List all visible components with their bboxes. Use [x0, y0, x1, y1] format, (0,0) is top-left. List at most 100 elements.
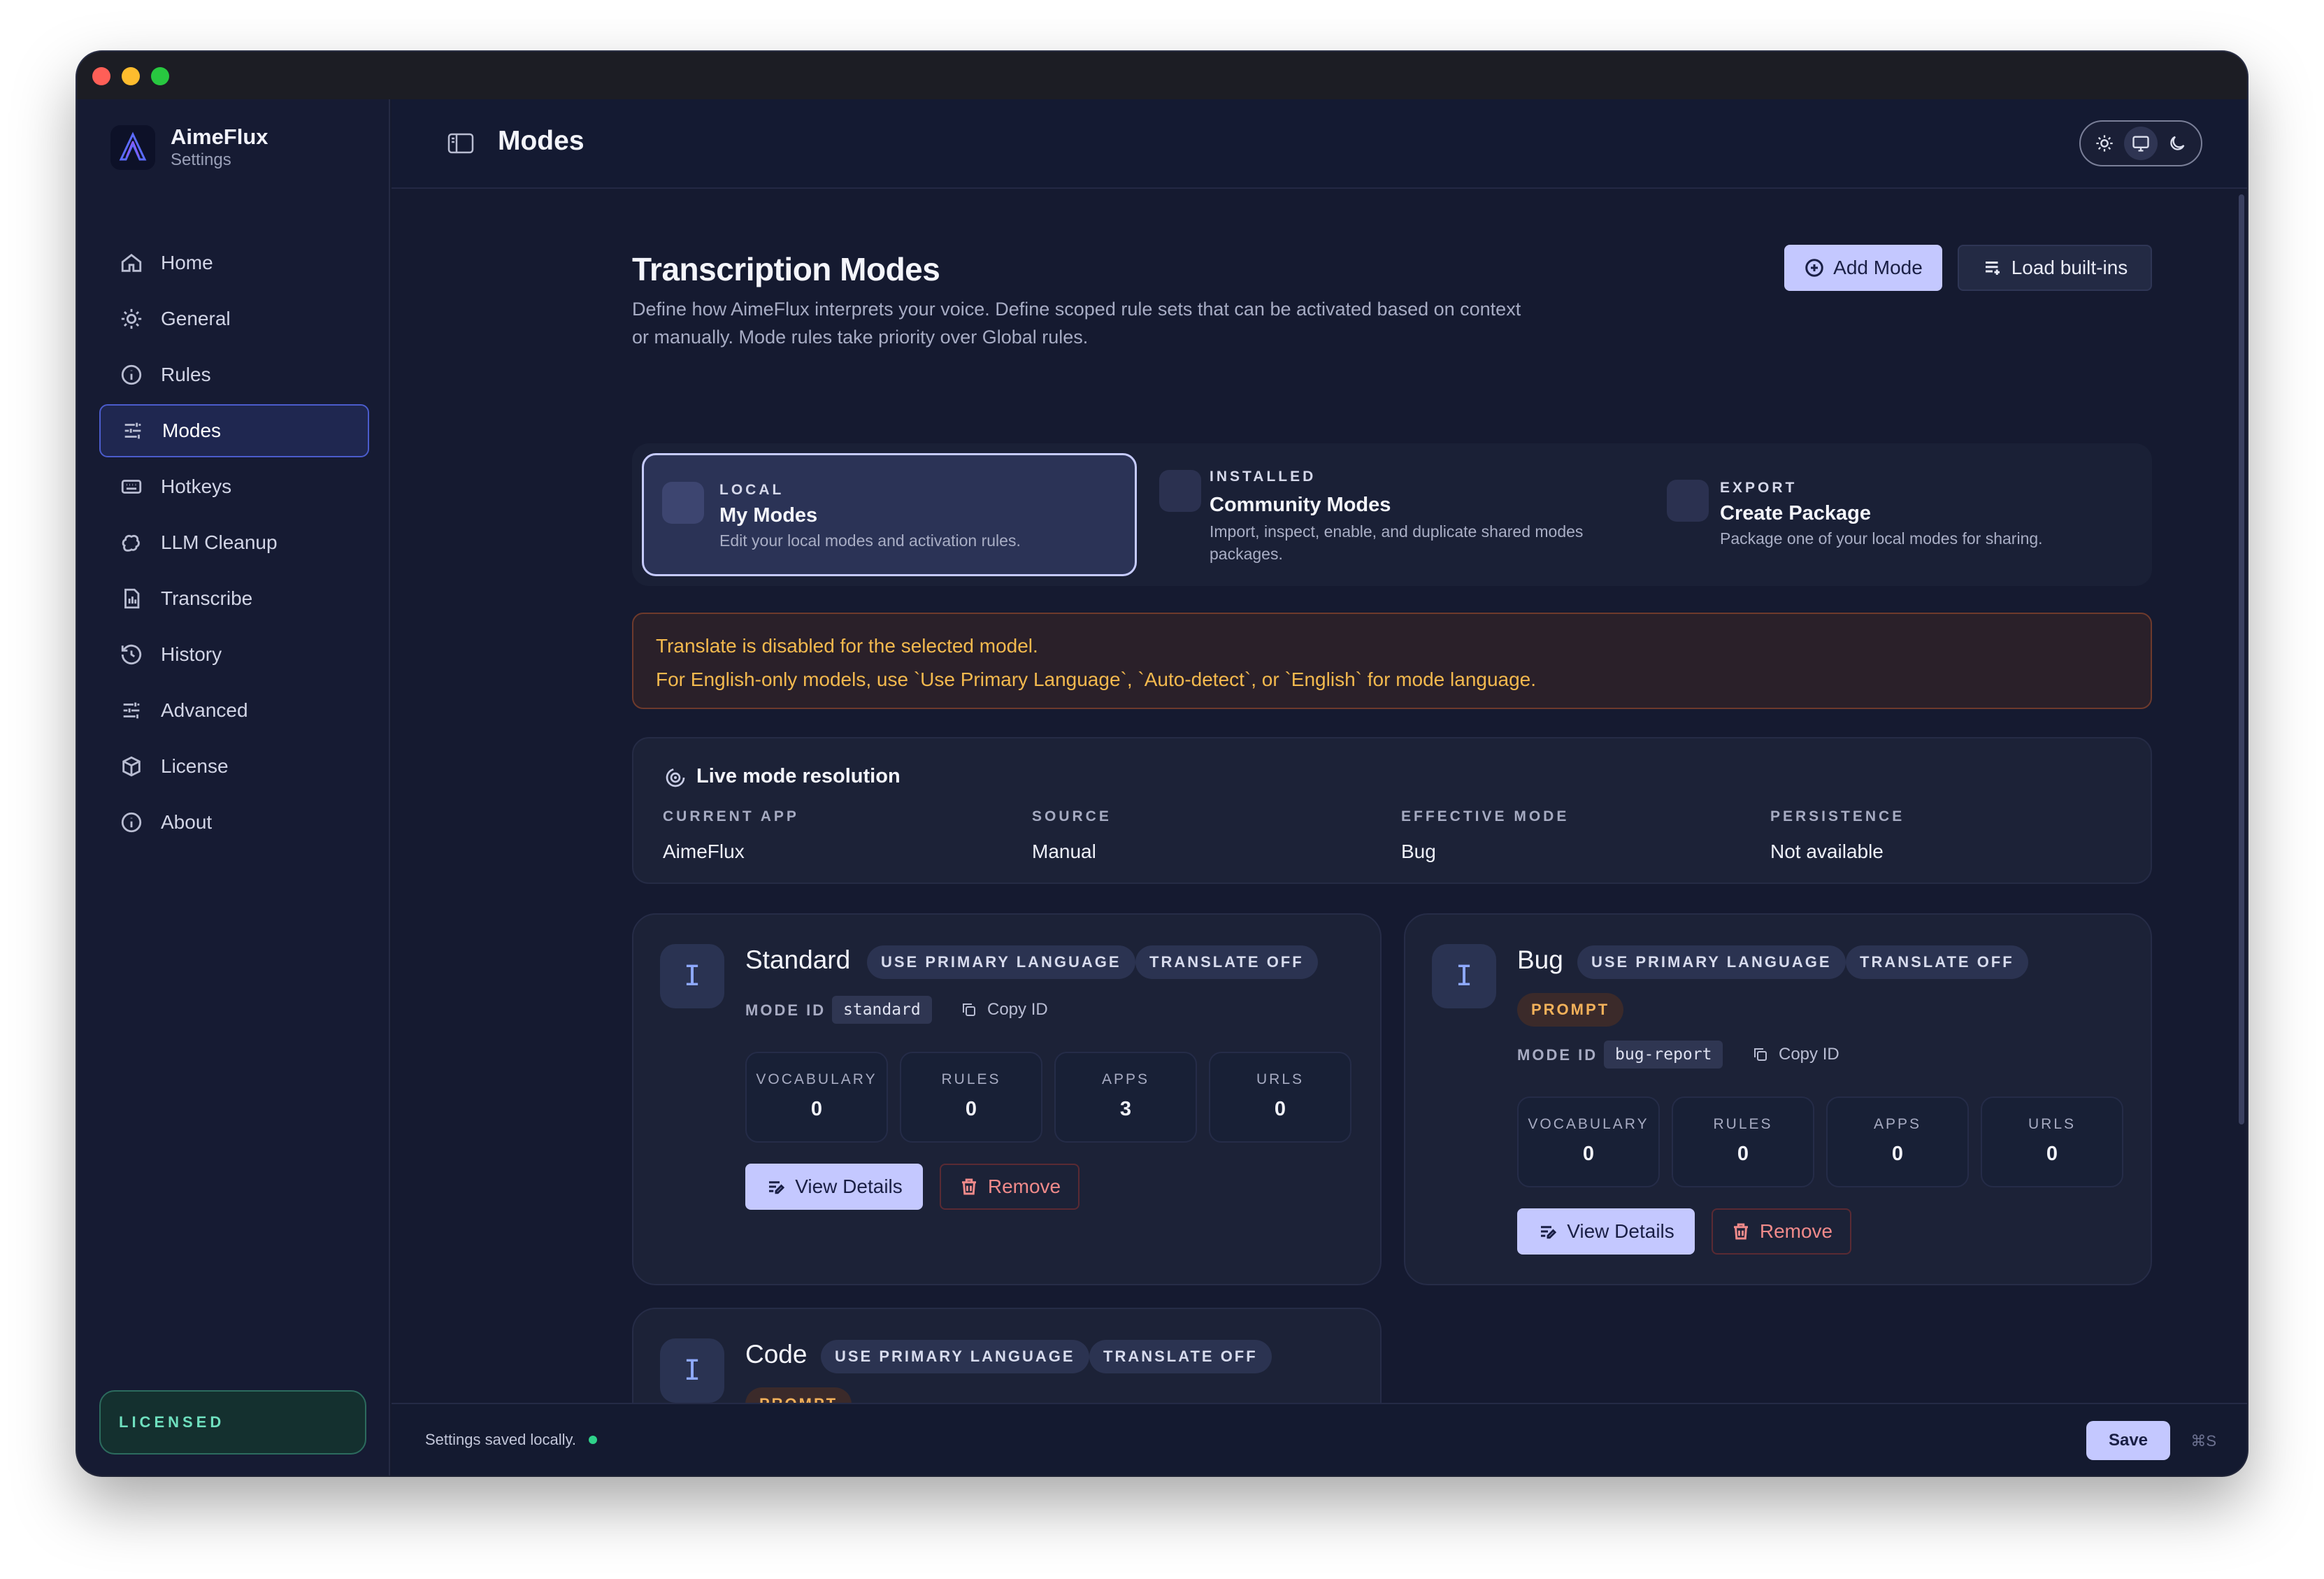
title-bar — [77, 52, 2247, 99]
load-built-ins-label: Load built-ins — [2011, 257, 2128, 278]
live-label: EFFECTIVE MODE — [1401, 808, 1570, 824]
sidebar-item-license[interactable]: License — [99, 740, 369, 793]
save-status: Settings saved locally. — [425, 1431, 598, 1449]
mode-avatar-icon: I — [660, 1338, 724, 1403]
tab-kicker: LOCAL — [719, 482, 784, 498]
add-mode-button[interactable]: Add Mode — [1784, 245, 1942, 291]
live-col-source: SOURCE Manual — [1032, 808, 1112, 863]
sidebar-item-label: Transcribe — [161, 587, 253, 609]
stat-vocabulary: VOCABULARY 0 — [1517, 1096, 1660, 1187]
info-icon — [119, 810, 144, 835]
tab-title: Community Modes — [1210, 494, 1391, 516]
brand: AimeFlux Settings — [110, 124, 268, 171]
sidebar-item-rules[interactable]: Rules — [99, 348, 369, 401]
stat-value: 3 — [1119, 1098, 1132, 1120]
sun-icon — [2096, 135, 2113, 152]
copy-id-button[interactable]: Copy ID — [961, 1000, 1048, 1020]
stat-value: 0 — [1737, 1143, 1749, 1165]
stat-label: URLS — [1256, 1071, 1305, 1087]
tab-description: Package one of your local modes for shar… — [1720, 529, 2043, 548]
live-value: Not available — [1770, 841, 1884, 862]
stat-label: VOCABULARY — [756, 1071, 877, 1087]
zoom-window-button[interactable] — [151, 67, 169, 85]
remove-button[interactable]: Remove — [940, 1164, 1079, 1210]
load-built-ins-button[interactable]: Load built-ins — [1958, 245, 2152, 291]
save-button[interactable]: Save — [2086, 1421, 2170, 1460]
tab-title: My Modes — [719, 504, 818, 527]
sidebar-item-label: Modes — [162, 420, 222, 441]
sidebar-item-advanced[interactable]: Advanced — [99, 684, 369, 737]
dark-theme-button[interactable] — [2160, 127, 2194, 160]
sidebar-item-transcribe[interactable]: Transcribe — [99, 572, 369, 625]
light-theme-button[interactable] — [2088, 127, 2121, 160]
system-theme-button[interactable] — [2124, 127, 2158, 160]
edit-list-icon — [769, 1181, 785, 1194]
trash-icon — [961, 1178, 976, 1195]
view-details-label: View Details — [1567, 1220, 1674, 1242]
mode-name: Standard — [745, 945, 851, 974]
stat-apps: APPS 0 — [1826, 1096, 1969, 1187]
app-window: AimeFlux Settings Home General Rules Mod… — [77, 52, 2247, 1476]
tab-title: Create Package — [1720, 502, 1872, 524]
view-details-button[interactable]: View Details — [1517, 1208, 1695, 1255]
stat-value: 0 — [2046, 1143, 2058, 1165]
copy-id-label: Copy ID — [1779, 1045, 1839, 1064]
sidebar: AimeFlux Settings Home General Rules Mod… — [77, 99, 390, 1476]
stat-label: URLS — [2028, 1116, 2076, 1132]
stat-urls: URLS 0 — [1981, 1096, 2123, 1187]
sidebar-item-label: Advanced — [161, 699, 248, 721]
app-logo-icon — [110, 125, 155, 170]
sliders-icon — [119, 698, 144, 723]
live-label: CURRENT APP — [663, 808, 799, 824]
sidebar-toggle-icon[interactable] — [447, 131, 474, 155]
mode-id-label: MODE ID — [1517, 1046, 1598, 1064]
save-status-text: Settings saved locally. — [425, 1431, 577, 1448]
section-description: Define how AimeFlux interprets your voic… — [632, 299, 1521, 348]
view-details-label: View Details — [795, 1176, 903, 1197]
stat-vocabulary: VOCABULARY 0 — [745, 1052, 888, 1143]
scrollbar[interactable] — [2239, 194, 2244, 1124]
live-col-persistence: PERSISTENCE Not available — [1770, 808, 1905, 863]
mode-avatar-icon: I — [1432, 944, 1496, 1008]
live-mode-title: Live mode resolution — [696, 765, 901, 787]
sidebar-item-label: About — [161, 811, 213, 833]
content-scroll-area[interactable]: Transcription Modes Define how AimeFlux … — [392, 190, 2247, 1403]
minimize-window-button[interactable] — [122, 67, 140, 85]
history-icon — [119, 642, 144, 667]
tab-installed[interactable]: INSTALLED Community Modes Import, inspec… — [1142, 453, 1632, 576]
sidebar-item-general[interactable]: General — [99, 292, 369, 345]
live-value: AimeFlux — [663, 841, 745, 862]
warning-line: Translate is disabled for the selected m… — [656, 635, 1038, 657]
stat-label: VOCABULARY — [1528, 1116, 1649, 1132]
sidebar-item-hotkeys[interactable]: Hotkeys — [99, 460, 369, 513]
sidebar-item-label: History — [161, 643, 222, 665]
radar-icon — [666, 768, 685, 787]
remove-button[interactable]: Remove — [1712, 1208, 1851, 1255]
stat-label: APPS — [1101, 1071, 1150, 1087]
tab-installed-icon — [1159, 470, 1201, 512]
tab-export-icon — [1667, 480, 1709, 522]
view-details-button[interactable]: View Details — [745, 1164, 923, 1210]
trash-icon — [1733, 1223, 1748, 1240]
info-icon — [119, 362, 144, 387]
stat-label: RULES — [941, 1071, 1001, 1087]
sidebar-item-modes[interactable]: Modes — [99, 404, 369, 457]
tab-export[interactable]: EXPORT Create Package Package one of you… — [1646, 453, 2142, 576]
sidebar-item-home[interactable]: Home — [99, 236, 369, 290]
moon-icon — [2170, 136, 2185, 150]
close-window-button[interactable] — [92, 67, 110, 85]
language-pill: USE PRIMARY LANGUAGE — [821, 1340, 1089, 1373]
theme-switcher — [2079, 120, 2202, 166]
save-shortcut-hint: ⌘S — [2190, 1432, 2216, 1450]
keyboard-icon — [119, 474, 144, 499]
sidebar-item-history[interactable]: History — [99, 628, 369, 681]
sidebar-item-about[interactable]: About — [99, 796, 369, 849]
copy-id-button[interactable]: Copy ID — [1752, 1045, 1839, 1064]
translate-warning-banner: Translate is disabled for the selected m… — [632, 613, 2152, 709]
tab-local-icon — [662, 482, 704, 524]
sidebar-item-llm-cleanup[interactable]: LLM Cleanup — [99, 516, 369, 569]
stat-label: APPS — [1873, 1116, 1922, 1132]
tab-local[interactable]: LOCAL My Modes Edit your local modes and… — [642, 453, 1137, 576]
sidebar-item-label: Hotkeys — [161, 476, 232, 497]
tab-description: Edit your local modes and activation rul… — [719, 531, 1021, 550]
